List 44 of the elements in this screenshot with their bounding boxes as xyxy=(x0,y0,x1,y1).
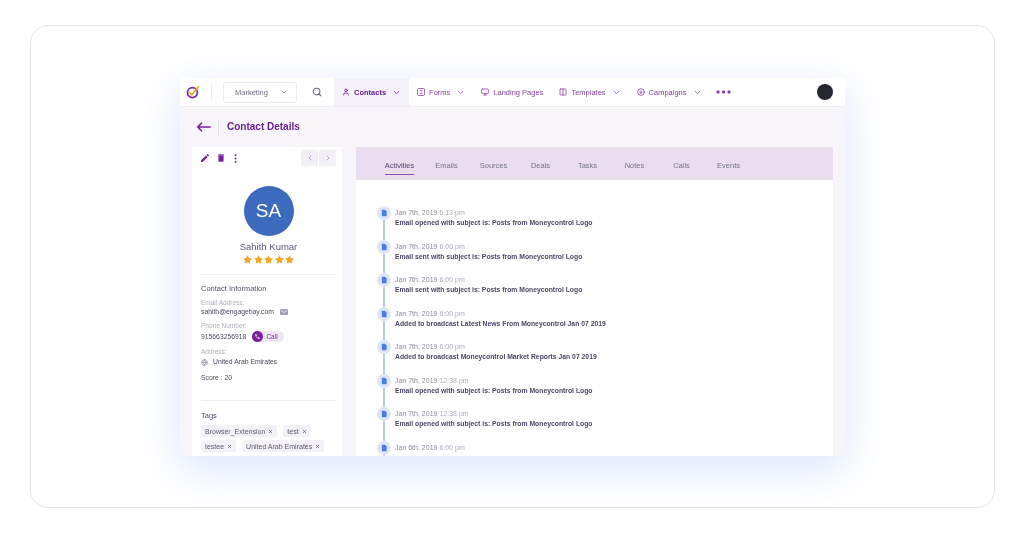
timeline-connector xyxy=(383,387,385,407)
close-icon[interactable] xyxy=(227,443,233,449)
star-icon xyxy=(243,255,252,264)
mail-icon[interactable] xyxy=(279,309,288,315)
document-icon xyxy=(377,373,391,388)
contact-avatar: SA xyxy=(243,186,294,236)
user-icon xyxy=(342,88,350,96)
document-icon xyxy=(377,306,391,321)
timeline-connector xyxy=(383,421,385,441)
page-title: Contact Details xyxy=(227,121,300,133)
logo-icon[interactable] xyxy=(186,85,200,99)
pencil-icon[interactable] xyxy=(201,154,209,162)
circle-arrow-icon xyxy=(636,88,645,96)
star-icon xyxy=(285,255,294,264)
document-icon xyxy=(377,273,391,287)
star-icon xyxy=(264,255,273,264)
phone-icon xyxy=(252,331,264,342)
document-icon xyxy=(377,340,391,354)
search-icon[interactable] xyxy=(312,87,322,97)
timeline-connector xyxy=(383,253,385,273)
document-icon xyxy=(377,407,391,421)
chevron-down-icon xyxy=(280,88,288,96)
document-icon xyxy=(377,206,391,220)
close-icon[interactable] xyxy=(268,428,274,434)
trash-icon[interactable] xyxy=(218,154,224,162)
timeline-connector xyxy=(383,220,385,240)
back-arrow-icon[interactable] xyxy=(196,122,211,132)
star-icon xyxy=(274,255,284,264)
globe-icon xyxy=(201,358,208,366)
form-icon xyxy=(417,88,426,96)
more-icon[interactable] xyxy=(715,90,731,94)
close-icon[interactable] xyxy=(301,428,307,434)
document-icon xyxy=(377,239,391,254)
more-vertical-icon[interactable] xyxy=(234,153,237,163)
timeline-connector xyxy=(383,320,385,340)
timeline-connector xyxy=(383,354,385,374)
close-icon[interactable] xyxy=(315,443,321,449)
star-icon xyxy=(253,255,263,264)
monitor-icon xyxy=(481,88,490,96)
document-icon xyxy=(377,440,391,455)
user-avatar[interactable] xyxy=(817,84,833,100)
columns-icon xyxy=(559,88,568,96)
timeline-connector xyxy=(383,287,385,307)
contact-name: Sahith Kumar xyxy=(239,241,298,252)
